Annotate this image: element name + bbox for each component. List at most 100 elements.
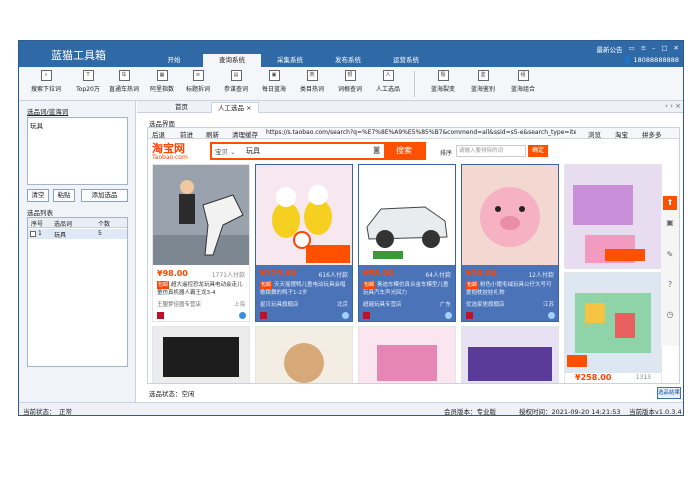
tool-car-hotwords[interactable]: 车直通车热词 xyxy=(103,70,145,93)
product-card[interactable]: ¥38.00 12人付款 包邮 粉色小猪毛绒玩具公仔大号可爱抱枕娃娃礼物 优选家居… xyxy=(461,164,559,322)
chevron-left-icon[interactable]: ‹ xyxy=(665,102,668,110)
tab-home[interactable]: 首页 xyxy=(169,102,194,113)
back-button[interactable]: 后退 xyxy=(152,129,165,139)
product-card[interactable]: ¥98.00 1771人付款 包邮 超大遥控恐龙玩具电动会走儿童仿真机器人霸王龙3… xyxy=(152,164,250,322)
wangwang-icon[interactable] xyxy=(445,312,452,319)
product-shop[interactable]: 星贝玩具旗舰店 xyxy=(260,300,299,308)
tool-search-dropdown[interactable]: ⌕ 搜索下拉词 xyxy=(25,70,67,93)
tool-root[interactable]: 根词根查词 xyxy=(329,70,371,93)
search-button[interactable]: 搜索 xyxy=(384,144,424,158)
menu-tab-query[interactable]: 查询系统 xyxy=(203,54,261,67)
product-card[interactable] xyxy=(152,326,250,383)
menu-tab-start[interactable]: 开始 xyxy=(145,54,203,67)
table-header: 序号 选品词 个数 xyxy=(28,218,127,228)
select-status: 选品状态：空闲 xyxy=(149,390,195,398)
embedded-browser: 后退 前进 刷新 清理缓存 https://s.taobao.com/searc… xyxy=(147,127,680,384)
product-sales: 1771人付款 xyxy=(211,272,245,279)
tool-fission[interactable]: 裂蓝海裂变 xyxy=(422,70,464,93)
clock-icon[interactable]: ◷ xyxy=(663,308,677,322)
product-image[interactable] xyxy=(565,165,661,269)
tab-nav: ‹ › × xyxy=(665,102,681,110)
chevron-right-icon[interactable]: › xyxy=(670,102,673,110)
table-row[interactable]: 1 玩具 5 xyxy=(28,229,127,239)
menu-icon[interactable]: ▭ xyxy=(629,44,635,54)
tab-manual-select[interactable]: 人工选品 × xyxy=(211,102,259,113)
add-product-button[interactable]: 添加选品 xyxy=(81,189,128,202)
product-desc[interactable]: 包邮 天天摇摆鸭儿童电动玩具会唱歌跳舞的鸭子1-2岁 xyxy=(260,281,350,297)
clear-button[interactable]: 清空 xyxy=(27,189,49,202)
product-image[interactable] xyxy=(462,165,558,265)
notice-link[interactable]: 最新公告 xyxy=(597,44,623,54)
user-icon: 👤 xyxy=(623,56,634,64)
product-image[interactable] xyxy=(359,165,455,265)
product-desc[interactable]: 包邮 粉色小猪毛绒玩具公仔大号可爱抱枕娃娃礼物 xyxy=(466,281,556,297)
product-price: ¥58.00 xyxy=(363,269,394,278)
maximize-icon[interactable]: □ xyxy=(661,44,667,54)
tool-label: 每日蓝海 xyxy=(261,86,286,93)
product-desc[interactable]: 包邮 超大遥控恐龙玩具电动会走儿童仿真机器人霸王龙3-4 xyxy=(157,281,247,297)
settings-icon[interactable]: ≡ xyxy=(641,44,646,54)
taobao-button[interactable]: 淘宝 xyxy=(615,129,628,139)
forward-button[interactable]: 前进 xyxy=(180,129,193,139)
product-photo-gift xyxy=(462,327,558,383)
product-image[interactable] xyxy=(565,273,661,373)
cart-icon[interactable]: ⬆ xyxy=(663,196,677,210)
tool-daily-blue[interactable]: ▣ 每日蓝海 xyxy=(253,70,295,93)
wangwang-icon[interactable] xyxy=(342,312,349,319)
product-card[interactable]: ¥58.00 64人付款 包邮 奥迪车模仿真合金车模型儿童玩具汽车声光回力 超越玩… xyxy=(358,164,456,322)
app-title: 蓝猫工具箱 xyxy=(51,49,106,62)
product-desc[interactable]: 包邮 奥迪车模仿真合金车模型儿童玩具汽车声光回力 xyxy=(363,281,453,297)
product-image[interactable] xyxy=(256,165,352,265)
row-checkbox[interactable] xyxy=(30,230,36,237)
tool-combine[interactable]: 组蓝海组合 xyxy=(502,70,544,93)
product-shop[interactable]: 优选家居旗舰店 xyxy=(466,300,505,308)
camera-icon[interactable]: ◙ xyxy=(373,146,380,154)
edit-icon[interactable]: ✎ xyxy=(663,248,677,262)
taobao-logo[interactable]: 淘宝网 xyxy=(152,143,185,154)
product-photo-pig xyxy=(462,165,558,265)
wangwang-icon[interactable] xyxy=(239,312,246,319)
product-card[interactable]: ¥129.00 616人付款 包邮 天天摇摆鸭儿童电动玩具会唱歌跳舞的鸭子1-2岁… xyxy=(255,164,353,322)
exclude-word-input[interactable]: 请输入要排除的词 xyxy=(456,145,526,157)
help-icon[interactable]: ? xyxy=(663,278,677,292)
keywords-input[interactable]: 玩具 xyxy=(27,117,128,185)
url-bar[interactable]: https://s.taobao.com/search?q=%E7%8E%A9%… xyxy=(266,129,576,138)
product-card[interactable] xyxy=(358,326,456,383)
product-card[interactable] xyxy=(461,326,559,383)
row-count: 5 xyxy=(98,230,102,237)
tool-identify[interactable]: 鉴蓝海鉴别 xyxy=(462,70,504,93)
product-shop[interactable]: 超越玩具专营店 xyxy=(363,300,402,308)
menu-tab-publish[interactable]: 发布系统 xyxy=(319,54,377,67)
minimize-icon[interactable]: – xyxy=(652,44,655,54)
menu-tab-collect[interactable]: 采集系统 xyxy=(261,54,319,67)
close-icon[interactable]: ✕ xyxy=(674,44,679,54)
close-icon[interactable]: × xyxy=(675,102,681,110)
tool-advisor[interactable]: ▤ 参谋查词 xyxy=(215,70,257,93)
product-image[interactable] xyxy=(153,165,249,265)
refresh-button[interactable]: 刷新 xyxy=(206,129,219,139)
pinduoduo-button[interactable]: 拼多多 xyxy=(642,129,662,139)
browse-button[interactable]: 浏览 xyxy=(588,129,601,139)
product-shop[interactable]: 王盟梦佳圆专营店 xyxy=(157,300,201,308)
close-tab-icon[interactable]: × xyxy=(246,104,251,112)
search-category[interactable]: 宝贝 ⌄ xyxy=(215,146,236,156)
menu-tab-operate[interactable]: 运营系统 xyxy=(377,54,435,67)
gift-icon[interactable]: ▣ xyxy=(663,216,677,230)
wangwang-icon[interactable] xyxy=(548,312,555,319)
product-card[interactable] xyxy=(564,164,662,269)
select-result-button[interactable]: 选品结果 xyxy=(657,387,681,399)
confirm-button[interactable]: 确定 xyxy=(528,145,548,157)
clear-cache-button[interactable]: 清理缓存 xyxy=(232,129,258,139)
product-card[interactable] xyxy=(255,326,353,383)
product-desc-text: 奥迪车模仿真合金车模型儿童玩具汽车声光回力 xyxy=(363,282,449,296)
paste-button[interactable]: 粘贴 xyxy=(53,189,75,202)
tool-category[interactable]: 类类目热词 xyxy=(291,70,333,93)
browser-nav-bar: 后退 前进 刷新 清理缓存 https://s.taobao.com/searc… xyxy=(148,128,679,139)
product-location: 广东 xyxy=(439,302,451,308)
product-card[interactable]: ¥258.00 1313 xyxy=(564,272,662,383)
left-panel: 选品词/蓝海词 玩具 清空 粘贴 添加选品 选品列表 序号 选品词 个数 1 玩… xyxy=(19,101,136,402)
product-location: 上海 xyxy=(233,302,245,308)
search-input[interactable]: 玩具 xyxy=(246,146,260,156)
tool-manual[interactable]: 人人工选品 xyxy=(367,70,409,93)
tool-title-split[interactable]: ≡ 标题拆词 xyxy=(177,70,219,93)
